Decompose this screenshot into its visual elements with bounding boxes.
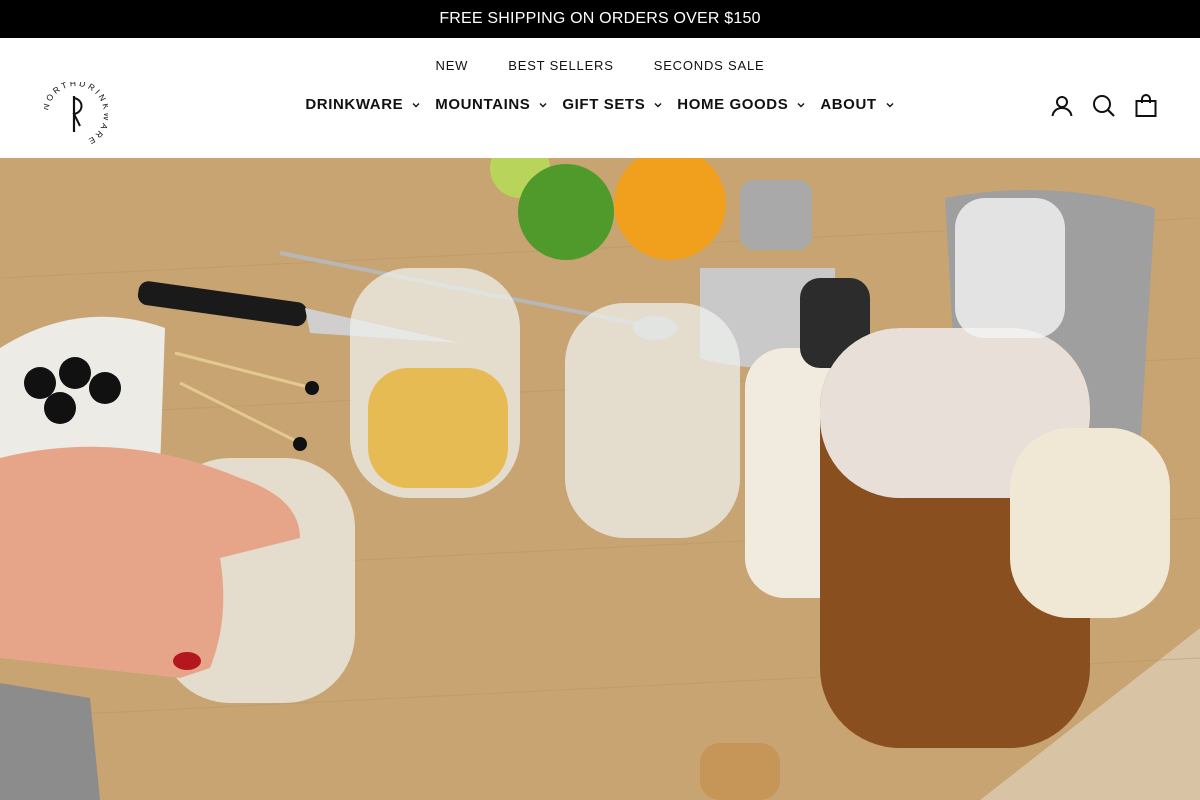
chevron-down-icon	[412, 102, 420, 107]
brand-logo[interactable]: NORTHDRINKWARE	[40, 78, 110, 148]
header-actions	[1050, 94, 1158, 118]
nav-item-label: ABOUT	[820, 96, 877, 113]
nav-item-label: GIFT SETS	[562, 96, 646, 113]
nav-item-about[interactable]: ABOUT	[820, 96, 894, 113]
primary-nav: DRINKWARE MOUNTAINS GIFT SETS HOME GOODS…	[0, 96, 1200, 113]
nav-link-new[interactable]: NEW	[436, 58, 469, 73]
nav-link-seconds-sale[interactable]: SECONDS SALE	[654, 58, 765, 73]
nav-link-best-sellers[interactable]: BEST SELLERS	[508, 58, 613, 73]
lime	[518, 164, 614, 260]
user-icon[interactable]	[1050, 94, 1074, 118]
nav-item-gift-sets[interactable]: GIFT SETS	[562, 96, 663, 113]
announcement-bar: FREE SHIPPING ON ORDERS OVER $150	[0, 0, 1200, 38]
nav-item-drinkware[interactable]: DRINKWARE	[305, 96, 421, 113]
announcement-text: FREE SHIPPING ON ORDERS OVER $150	[439, 10, 761, 27]
nav-item-label: DRINKWARE	[305, 96, 404, 113]
nav-item-mountains[interactable]: MOUNTAINS	[435, 96, 548, 113]
secondary-nav: NEW BEST SELLERS SECONDS SALE	[0, 58, 1200, 73]
chevron-down-icon	[797, 102, 805, 107]
logo-icon: NORTHDRINKWARE	[40, 78, 110, 148]
hero-photo	[0, 158, 1200, 800]
hero-image[interactable]	[0, 158, 1200, 800]
chevron-down-icon	[539, 102, 547, 107]
chevron-down-icon	[886, 102, 894, 107]
nav-item-label: HOME GOODS	[677, 96, 789, 113]
nav-item-home-goods[interactable]: HOME GOODS	[677, 96, 806, 113]
search-icon[interactable]	[1092, 94, 1116, 118]
chevron-down-icon	[654, 102, 662, 107]
cart-bag-icon[interactable]	[1134, 94, 1158, 118]
site-header: NORTHDRINKWARE NEW BEST SELLERS SECONDS …	[0, 38, 1200, 158]
nav-item-label: MOUNTAINS	[435, 96, 531, 113]
